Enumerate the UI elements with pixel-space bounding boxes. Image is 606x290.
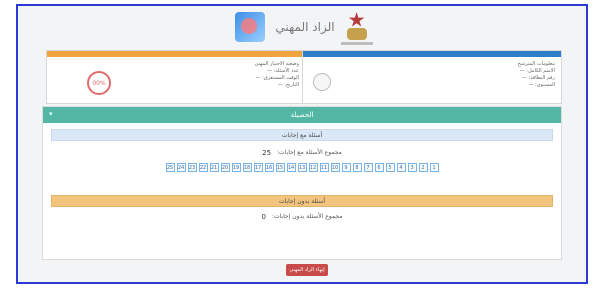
question-number-box[interactable]: 18 — [242, 163, 252, 172]
summary-panel: الحصيلة ▾ أسئلة مع إجابات مجموع الأسئلة … — [42, 106, 562, 260]
question-number-box[interactable]: 11 — [319, 163, 329, 172]
exam-status-line-1: وضعية الاختبار المهني — [254, 61, 299, 67]
question-number-box[interactable]: 14 — [286, 163, 296, 172]
question-number-box[interactable]: 24 — [176, 163, 186, 172]
question-number-box[interactable]: 1 — [429, 163, 439, 172]
app-frame: الزاد المهني وضعية الاختبار المهني عدد ا… — [16, 4, 588, 284]
question-number-box[interactable]: 13 — [297, 163, 307, 172]
unanswered-count: 0 — [261, 213, 266, 221]
question-number-list: 1 2 3 4 5 6 7 8 9 10 11 12 13 14 15 16 17 18 19 20 21 22 23 24 2… — [43, 163, 561, 172]
candidate-info-card: معلومات المترشح الاسم الكامل: — رقم البط… — [302, 50, 562, 104]
answered-count-line: مجموع الأسئلة مع إجابات: 25 — [43, 149, 561, 157]
candidate-info-content: معلومات المترشح الاسم الكامل: — رقم البط… — [303, 57, 561, 93]
unanswered-section-header: أسئلة بدون إجابات — [51, 195, 553, 207]
question-number-box[interactable]: 19 — [231, 163, 241, 172]
header: الزاد المهني — [18, 6, 586, 48]
candidate-line-2: الاسم الكامل: — — [519, 68, 555, 74]
question-number-box[interactable]: 16 — [264, 163, 274, 172]
question-number-box[interactable]: 7 — [363, 163, 373, 172]
question-number-box[interactable]: 12 — [308, 163, 318, 172]
question-number-box[interactable]: 22 — [198, 163, 208, 172]
emblem-star-icon — [348, 12, 365, 27]
unanswered-count-label: مجموع الأسئلة بدون إجابات: — [271, 213, 343, 220]
candidate-line-1: معلومات المترشح — [517, 61, 555, 67]
question-number-box[interactable]: 6 — [374, 163, 384, 172]
answered-count: 25 — [262, 149, 272, 157]
collapse-icon[interactable]: ▾ — [49, 110, 53, 118]
emblem-caption — [340, 42, 373, 45]
unanswered-count-line: مجموع الأسئلة بدون إجابات: 0 — [43, 213, 561, 221]
candidate-line-3: رقم البطاقة: — — [521, 75, 555, 81]
summary-panel-title: الحصيلة ▾ — [43, 107, 561, 123]
finish-exam-button[interactable]: إنهاء الزاد المهني — [286, 264, 328, 276]
exam-status-card: وضعية الاختبار المهني عدد الأسئلة: — الو… — [46, 50, 306, 104]
answered-section-header: أسئلة مع إجابات — [51, 129, 553, 141]
question-number-box[interactable]: 20 — [220, 163, 230, 172]
question-number-box[interactable]: 3 — [407, 163, 417, 172]
emblem-base — [346, 28, 367, 40]
question-number-box[interactable]: 5 — [385, 163, 395, 172]
question-number-box[interactable]: 21 — [209, 163, 219, 172]
unanswered-section-label: أسئلة بدون إجابات — [279, 197, 325, 205]
candidate-line-4: المستوى: — — [528, 82, 555, 88]
answered-count-label: مجموع الأسئلة مع إجابات: — [277, 149, 342, 156]
question-number-box[interactable]: 8 — [352, 163, 362, 172]
question-number-box[interactable]: 25 — [165, 163, 175, 172]
progress-badge: 00% — [87, 71, 111, 95]
kingdom-emblem-icon — [340, 12, 373, 45]
answered-section-label: أسئلة مع إجابات — [281, 131, 323, 139]
question-number-box[interactable]: 15 — [275, 163, 285, 172]
summary-title-text: الحصيلة — [290, 111, 314, 119]
question-number-box[interactable]: 23 — [187, 163, 197, 172]
question-number-box[interactable]: 4 — [396, 163, 406, 172]
exam-status-content: وضعية الاختبار المهني عدد الأسئلة: — الو… — [47, 57, 305, 93]
question-number-box[interactable]: 17 — [253, 163, 263, 172]
question-number-box[interactable]: 2 — [418, 163, 428, 172]
candidate-avatar — [313, 73, 331, 91]
question-number-box[interactable]: 10 — [330, 163, 340, 172]
app-logo-icon — [235, 12, 266, 42]
app-title: الزاد المهني — [275, 20, 335, 34]
question-number-box[interactable]: 9 — [341, 163, 351, 172]
